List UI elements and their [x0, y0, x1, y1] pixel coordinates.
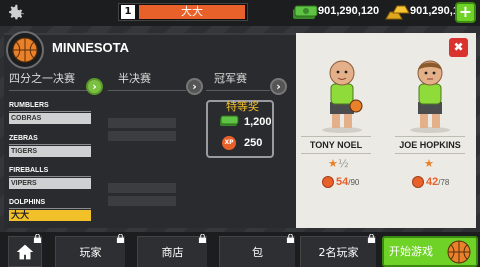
- lock-icon: [198, 234, 207, 243]
- matchup[interactable]: RUMBLERS COBRAS: [9, 102, 91, 124]
- lock-icon: [286, 234, 295, 243]
- semifinal-slot: [108, 118, 176, 128]
- tab-players[interactable]: 玩家: [55, 236, 125, 267]
- round-divider: [108, 90, 186, 91]
- chevron-right-icon[interactable]: ›: [270, 78, 287, 95]
- star-icon: ★: [328, 157, 338, 170]
- add-currency-button[interactable]: +: [455, 2, 476, 23]
- player-name-1: TONY NOEL: [309, 140, 363, 150]
- chevron-right-icon[interactable]: ›: [186, 78, 203, 95]
- player-rating-1: 54/90: [336, 176, 359, 188]
- team-bottom: COBRAS: [9, 113, 91, 124]
- gold-bars-icon: [385, 5, 410, 20]
- prize-title: 特等奖: [226, 100, 259, 113]
- tab-two-player[interactable]: 2名玩家: [300, 236, 376, 267]
- player-avatar[interactable]: [312, 56, 372, 134]
- lock-icon: [367, 234, 376, 243]
- matchup[interactable]: ZEBRAS TIGERS: [9, 135, 91, 157]
- lock-icon: [33, 234, 42, 243]
- semifinal-slot: [108, 131, 176, 141]
- basketball-icon: [412, 176, 424, 188]
- team-top: ZEBRAS: [9, 135, 91, 145]
- prize-xp: 250: [244, 137, 263, 149]
- team-bottom: TIGERS: [9, 146, 91, 157]
- rating-value: 54: [336, 176, 349, 188]
- round-divider: [9, 90, 87, 91]
- team-top: FIREBALLS: [9, 167, 91, 177]
- team-bottom: VIPERS: [9, 178, 91, 189]
- name-underline: [395, 136, 465, 137]
- name-underline: [301, 136, 371, 137]
- prize-cash: 1,200: [244, 116, 272, 128]
- team-badge: [6, 31, 44, 69]
- xp-icon: XP: [222, 136, 236, 150]
- tab-shop[interactable]: 商店: [137, 236, 207, 267]
- close-button[interactable]: ✖: [449, 38, 468, 57]
- round-semifinal: 半决赛: [118, 72, 151, 85]
- rating-value: 42: [426, 176, 439, 188]
- rating-max: /78: [438, 178, 450, 187]
- team-top: DOLPHINS: [9, 199, 91, 209]
- player-avatar[interactable]: [400, 56, 460, 134]
- round-quarterfinal: 四分之一决赛: [9, 72, 75, 85]
- half-star-icon: ½: [338, 157, 349, 170]
- cash-icon: [293, 5, 318, 19]
- basketball-icon: [322, 176, 334, 188]
- round-divider: [206, 90, 270, 91]
- play-label: 开始游戏: [389, 245, 433, 258]
- cash-amount: 901,290,120: [318, 5, 380, 17]
- cash-icon: [220, 115, 239, 126]
- semifinal-slot: [108, 183, 176, 193]
- lock-icon: [116, 234, 125, 243]
- star-icon: ★: [424, 157, 434, 170]
- name-underline: [301, 153, 371, 154]
- player-level: 1: [121, 5, 135, 19]
- play-button[interactable]: 开始游戏: [382, 236, 478, 267]
- tab-packs[interactable]: 包: [219, 236, 295, 267]
- matchup[interactable]: FIREBALLS VIPERS: [9, 167, 91, 189]
- team-title: MINNESOTA: [52, 40, 130, 55]
- player-name: 大大: [139, 5, 245, 19]
- player-box[interactable]: 1 大大: [118, 3, 248, 21]
- chevron-right-icon[interactable]: ›: [86, 78, 103, 95]
- rating-max: /90: [348, 178, 360, 187]
- home-icon: [16, 244, 34, 260]
- round-final: 冠军赛: [214, 72, 247, 85]
- name-underline: [395, 153, 465, 154]
- basketball-icon: [12, 37, 38, 63]
- semifinal-slot: [108, 196, 176, 206]
- team-bottom-player: 大大: [9, 210, 91, 221]
- matchup[interactable]: DOLPHINS 大大: [9, 199, 91, 221]
- player-name-2: JOE HOPKINS: [399, 140, 461, 150]
- player-rating-2: 42/78: [426, 176, 449, 188]
- basketball-icon: [447, 240, 471, 264]
- team-top: RUMBLERS: [9, 102, 91, 112]
- gear-icon[interactable]: [4, 2, 26, 24]
